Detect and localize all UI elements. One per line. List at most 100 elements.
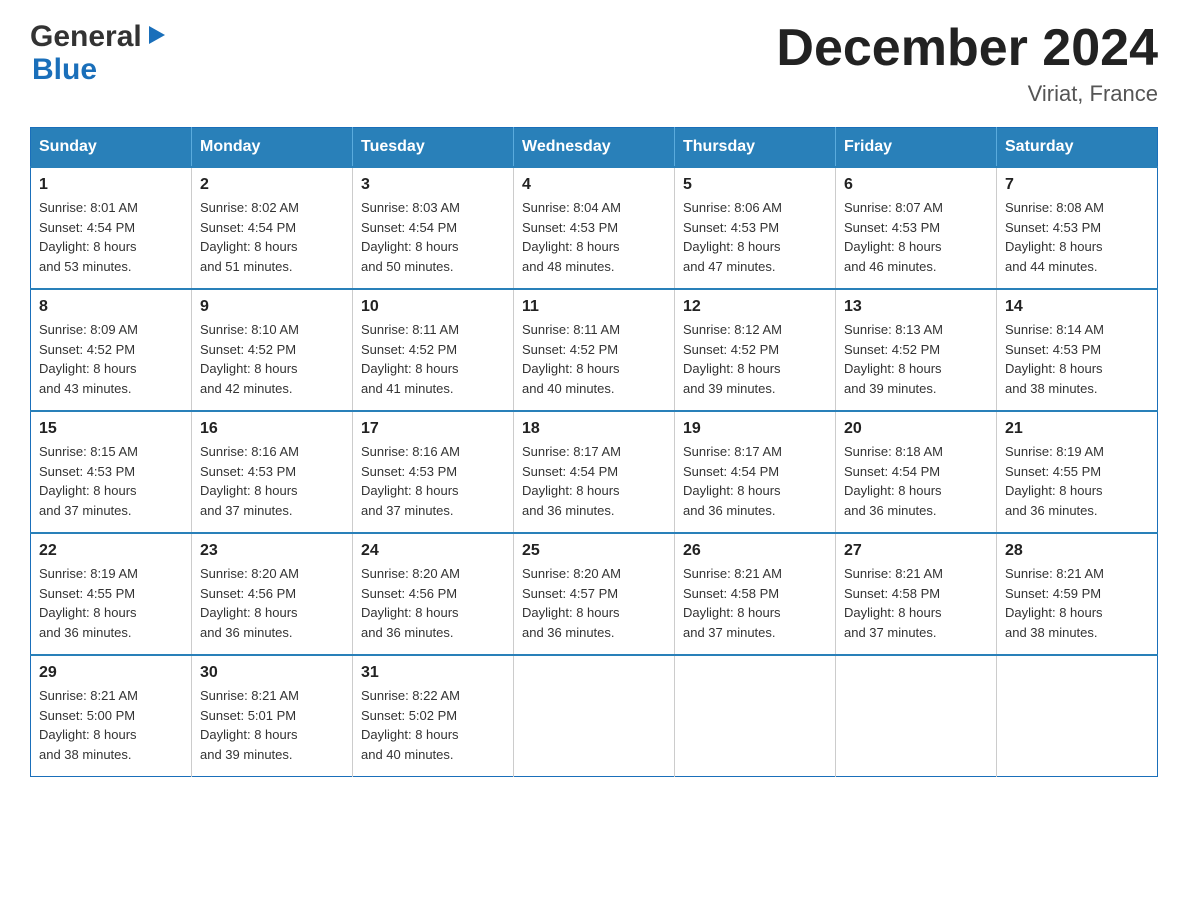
day-info: Sunrise: 8:18 AMSunset: 4:54 PMDaylight:… [844,442,988,520]
weekday-header-row: SundayMondayTuesdayWednesdayThursdayFrid… [31,128,1158,168]
calendar-cell: 12 Sunrise: 8:12 AMSunset: 4:52 PMDayligh… [675,289,836,411]
day-info: Sunrise: 8:19 AMSunset: 4:55 PMDaylight:… [1005,442,1149,520]
day-info: Sunrise: 8:21 AMSunset: 4:59 PMDaylight:… [1005,564,1149,642]
day-number: 8 [39,298,183,316]
calendar-cell: 17 Sunrise: 8:16 AMSunset: 4:53 PMDayligh… [353,411,514,533]
weekday-header-friday: Friday [836,128,997,168]
calendar-cell: 2 Sunrise: 8:02 AMSunset: 4:54 PMDaylight… [192,167,353,289]
calendar-week-row: 29 Sunrise: 8:21 AMSunset: 5:00 PMDayligh… [31,655,1158,777]
calendar-cell: 15 Sunrise: 8:15 AMSunset: 4:53 PMDayligh… [31,411,192,533]
calendar-cell: 24 Sunrise: 8:20 AMSunset: 4:56 PMDayligh… [353,533,514,655]
day-number: 13 [844,298,988,316]
calendar-cell: 11 Sunrise: 8:11 AMSunset: 4:52 PMDayligh… [514,289,675,411]
day-info: Sunrise: 8:14 AMSunset: 4:53 PMDaylight:… [1005,320,1149,398]
calendar-cell: 1 Sunrise: 8:01 AMSunset: 4:54 PMDaylight… [31,167,192,289]
weekday-header-sunday: Sunday [31,128,192,168]
logo: General Blue [30,20,167,86]
day-number: 20 [844,420,988,438]
calendar-cell: 14 Sunrise: 8:14 AMSunset: 4:53 PMDayligh… [997,289,1158,411]
day-number: 27 [844,542,988,560]
calendar-cell: 5 Sunrise: 8:06 AMSunset: 4:53 PMDaylight… [675,167,836,289]
day-info: Sunrise: 8:06 AMSunset: 4:53 PMDaylight:… [683,198,827,276]
calendar-cell: 23 Sunrise: 8:20 AMSunset: 4:56 PMDayligh… [192,533,353,655]
day-number: 15 [39,420,183,438]
calendar-cell: 31 Sunrise: 8:22 AMSunset: 5:02 PMDayligh… [353,655,514,777]
weekday-header-wednesday: Wednesday [514,128,675,168]
calendar-cell: 19Sunrise: 8:17 AMSunset: 4:54 PMDayligh… [675,411,836,533]
logo-blue-text: Blue [32,53,167,86]
calendar-cell: 6 Sunrise: 8:07 AMSunset: 4:53 PMDaylight… [836,167,997,289]
day-info: Sunrise: 8:21 AMSunset: 4:58 PMDaylight:… [683,564,827,642]
weekday-header-thursday: Thursday [675,128,836,168]
calendar-cell: 28 Sunrise: 8:21 AMSunset: 4:59 PMDayligh… [997,533,1158,655]
day-number: 22 [39,542,183,560]
day-number: 25 [522,542,666,560]
day-number: 30 [200,664,344,682]
day-number: 29 [39,664,183,682]
day-number: 28 [1005,542,1149,560]
day-info: Sunrise: 8:09 AMSunset: 4:52 PMDaylight:… [39,320,183,398]
title-block: December 2024 Viriat, France [776,20,1158,107]
day-info: Sunrise: 8:20 AMSunset: 4:56 PMDaylight:… [200,564,344,642]
calendar-cell: 4 Sunrise: 8:04 AMSunset: 4:53 PMDaylight… [514,167,675,289]
day-number: 10 [361,298,505,316]
day-info: Sunrise: 8:15 AMSunset: 4:53 PMDaylight:… [39,442,183,520]
day-number: 11 [522,298,666,316]
day-info: Sunrise: 8:22 AMSunset: 5:02 PMDaylight:… [361,686,505,764]
day-info: Sunrise: 8:07 AMSunset: 4:53 PMDaylight:… [844,198,988,276]
day-number: 2 [200,176,344,194]
day-number: 1 [39,176,183,194]
weekday-header-monday: Monday [192,128,353,168]
logo-arrow-icon [145,24,167,51]
day-info: Sunrise: 8:11 AMSunset: 4:52 PMDaylight:… [522,320,666,398]
day-number: 9 [200,298,344,316]
calendar-cell: 9 Sunrise: 8:10 AMSunset: 4:52 PMDaylight… [192,289,353,411]
day-number: 4 [522,176,666,194]
calendar-cell: 25Sunrise: 8:20 AMSunset: 4:57 PMDayligh… [514,533,675,655]
day-number: 18 [522,420,666,438]
calendar-week-row: 8 Sunrise: 8:09 AMSunset: 4:52 PMDaylight… [31,289,1158,411]
day-number: 14 [1005,298,1149,316]
calendar-cell: 30 Sunrise: 8:21 AMSunset: 5:01 PMDayligh… [192,655,353,777]
day-info: Sunrise: 8:13 AMSunset: 4:52 PMDaylight:… [844,320,988,398]
day-number: 3 [361,176,505,194]
day-info: Sunrise: 8:04 AMSunset: 4:53 PMDaylight:… [522,198,666,276]
day-number: 6 [844,176,988,194]
calendar-cell: 20 Sunrise: 8:18 AMSunset: 4:54 PMDayligh… [836,411,997,533]
page-header: General Blue December 2024 Viriat, Franc… [30,20,1158,107]
day-info: Sunrise: 8:02 AMSunset: 4:54 PMDaylight:… [200,198,344,276]
calendar-cell: 3 Sunrise: 8:03 AMSunset: 4:54 PMDaylight… [353,167,514,289]
calendar-cell [514,655,675,777]
calendar-cell: 18Sunrise: 8:17 AMSunset: 4:54 PMDayligh… [514,411,675,533]
day-number: 5 [683,176,827,194]
calendar-cell: 27 Sunrise: 8:21 AMSunset: 4:58 PMDayligh… [836,533,997,655]
day-number: 31 [361,664,505,682]
calendar-cell: 22Sunrise: 8:19 AMSunset: 4:55 PMDayligh… [31,533,192,655]
day-number: 16 [200,420,344,438]
calendar-cell [836,655,997,777]
month-title: December 2024 [776,20,1158,77]
weekday-header-saturday: Saturday [997,128,1158,168]
day-info: Sunrise: 8:01 AMSunset: 4:54 PMDaylight:… [39,198,183,276]
day-number: 12 [683,298,827,316]
day-info: Sunrise: 8:21 AMSunset: 5:01 PMDaylight:… [200,686,344,764]
day-number: 17 [361,420,505,438]
day-info: Sunrise: 8:16 AMSunset: 4:53 PMDaylight:… [200,442,344,520]
day-info: Sunrise: 8:21 AMSunset: 4:58 PMDaylight:… [844,564,988,642]
day-info: Sunrise: 8:17 AMSunset: 4:54 PMDaylight:… [683,442,827,520]
day-info: Sunrise: 8:10 AMSunset: 4:52 PMDaylight:… [200,320,344,398]
day-info: Sunrise: 8:16 AMSunset: 4:53 PMDaylight:… [361,442,505,520]
calendar-cell [997,655,1158,777]
day-number: 23 [200,542,344,560]
day-info: Sunrise: 8:11 AMSunset: 4:52 PMDaylight:… [361,320,505,398]
calendar-cell: 29 Sunrise: 8:21 AMSunset: 5:00 PMDayligh… [31,655,192,777]
day-info: Sunrise: 8:03 AMSunset: 4:54 PMDaylight:… [361,198,505,276]
day-number: 24 [361,542,505,560]
calendar-cell: 26Sunrise: 8:21 AMSunset: 4:58 PMDayligh… [675,533,836,655]
calendar-cell: 21Sunrise: 8:19 AMSunset: 4:55 PMDayligh… [997,411,1158,533]
location-text: Viriat, France [776,81,1158,107]
day-info: Sunrise: 8:12 AMSunset: 4:52 PMDaylight:… [683,320,827,398]
day-info: Sunrise: 8:21 AMSunset: 5:00 PMDaylight:… [39,686,183,764]
logo-general-text: General [30,20,142,53]
day-info: Sunrise: 8:20 AMSunset: 4:56 PMDaylight:… [361,564,505,642]
